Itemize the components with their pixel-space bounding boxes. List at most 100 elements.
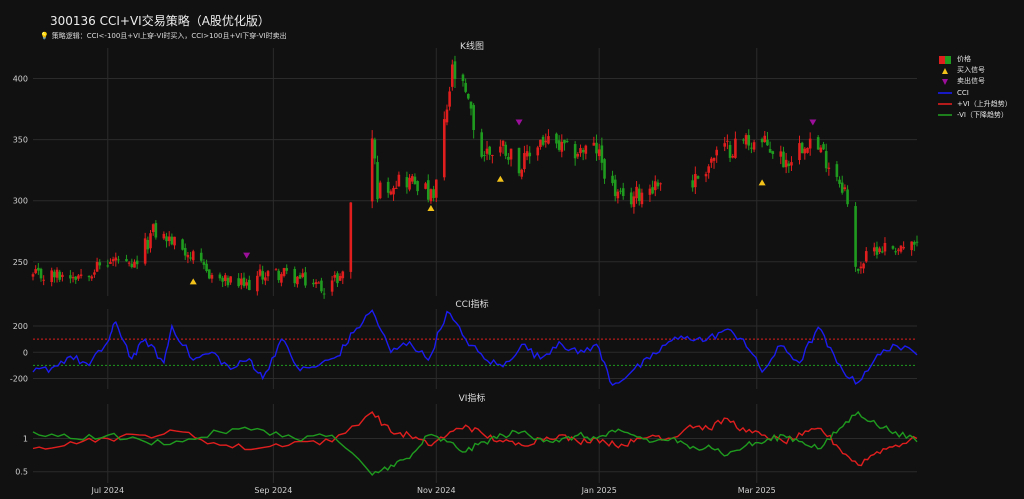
y-tick-label: 1 xyxy=(23,435,28,444)
candle-body xyxy=(579,148,582,154)
candle-body xyxy=(651,187,654,194)
candle-body xyxy=(261,271,264,280)
candle-body xyxy=(282,268,286,276)
legend-label: -VI（下降趋势） xyxy=(957,110,1008,119)
candle-body xyxy=(333,274,337,278)
candle-body xyxy=(79,274,83,276)
candle-body xyxy=(838,179,841,184)
candle-body xyxy=(710,158,713,163)
candle-body xyxy=(109,261,112,264)
candle-body xyxy=(127,262,131,264)
buy-legend-swatch xyxy=(938,67,952,74)
candle-body xyxy=(392,187,395,195)
legend-item-vi_plus[interactable]: +VI（上升趋势） xyxy=(938,99,1012,110)
sell-signal-marker xyxy=(809,119,817,126)
candle-body xyxy=(846,189,849,205)
candle-body xyxy=(413,176,417,185)
candle-body xyxy=(464,82,467,92)
candle-body xyxy=(301,273,305,277)
candle-body xyxy=(53,271,56,278)
candle-body xyxy=(539,139,542,147)
candle-body xyxy=(597,149,601,157)
candle-body xyxy=(469,101,473,109)
candle-body xyxy=(226,277,230,286)
candle-body xyxy=(74,276,78,280)
y-tick-label: 0 xyxy=(23,348,28,357)
candle-body xyxy=(878,248,881,253)
candle-body xyxy=(248,279,251,291)
candle-body xyxy=(726,140,729,142)
candle-body xyxy=(742,139,745,141)
candle-body xyxy=(491,155,494,157)
candle-body xyxy=(202,262,206,265)
candle-body xyxy=(50,270,53,283)
candle-body xyxy=(784,159,788,168)
candle-body xyxy=(133,261,136,268)
candle-body xyxy=(58,271,62,280)
candle-body xyxy=(816,137,820,150)
candle-body xyxy=(859,266,863,269)
candle-body xyxy=(405,177,409,188)
buy-signal-marker xyxy=(427,205,435,212)
candle-body xyxy=(659,183,662,185)
candle-body xyxy=(336,273,339,284)
candle-body xyxy=(856,268,860,271)
candle-body xyxy=(69,275,72,279)
candle-body xyxy=(723,143,727,147)
candle-body xyxy=(378,182,382,199)
candle-body xyxy=(715,149,718,156)
candle-body xyxy=(341,271,345,279)
candle-body xyxy=(130,263,134,268)
candle-body xyxy=(285,268,289,271)
candle-body xyxy=(480,132,483,157)
candle-body xyxy=(752,142,756,150)
candle-body xyxy=(296,276,299,285)
candle-body xyxy=(31,274,35,277)
candle-body xyxy=(34,269,37,274)
candle-body xyxy=(125,259,128,262)
candle-body xyxy=(416,181,419,192)
candle-body xyxy=(835,164,839,177)
candle-body xyxy=(432,189,435,198)
candle-body xyxy=(397,174,401,187)
candle-body xyxy=(897,249,900,251)
candle-body xyxy=(256,275,259,292)
candle-body xyxy=(517,147,521,174)
candle-body xyxy=(445,109,449,123)
legend-item-buy[interactable]: 买入信号 xyxy=(938,65,1012,76)
candle-body xyxy=(322,293,326,295)
candle-body xyxy=(501,140,505,146)
candle-body xyxy=(653,181,657,191)
legend-label: CCI xyxy=(957,88,969,97)
legend-item-sell[interactable]: 卖出信号 xyxy=(938,76,1012,87)
candle-body xyxy=(320,280,323,292)
candle-body xyxy=(899,245,903,252)
candle-body xyxy=(277,270,281,281)
candle-body xyxy=(223,275,227,282)
candle-body xyxy=(55,269,59,278)
legend-item-cci[interactable]: CCI xyxy=(938,88,1012,99)
candle-body xyxy=(373,139,377,159)
candle-body xyxy=(595,142,598,154)
candle-body xyxy=(162,233,166,239)
sell-signal-marker xyxy=(515,119,523,126)
candle-body xyxy=(181,239,184,250)
legend-item-candle[interactable]: 价格 xyxy=(938,54,1012,65)
candle-body xyxy=(488,146,491,155)
candle-body xyxy=(894,251,897,253)
candle-body xyxy=(691,180,694,188)
y-tick-label: 200 xyxy=(13,322,28,331)
legend-item-vi_minus[interactable]: -VI（下降趋势） xyxy=(938,110,1012,121)
candle-body xyxy=(189,257,192,259)
candle-body xyxy=(915,241,919,243)
candle-body xyxy=(461,74,465,81)
candle-body xyxy=(635,186,638,199)
legend: 价格 买入信号 卖出信号 CCI +VI（上升趋势） -VI（下降趋势） xyxy=(938,54,1012,121)
sell-legend-swatch xyxy=(938,78,952,85)
candle-body xyxy=(389,191,393,195)
candle-body xyxy=(293,269,297,284)
candle-body xyxy=(258,269,262,276)
sell-signal-marker xyxy=(243,252,251,259)
x-tick-label: Jul 2024 xyxy=(90,486,124,495)
candle-body xyxy=(854,206,857,267)
